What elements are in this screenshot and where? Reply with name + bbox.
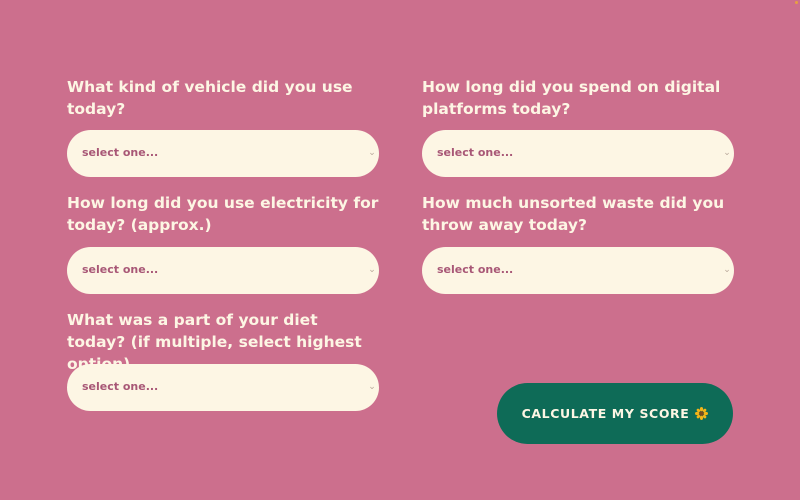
chevron-down-icon: ⌄ bbox=[723, 265, 731, 275]
electricity-select[interactable]: select one... ⌄ bbox=[67, 247, 379, 294]
question-digital: How long did you spend on digital platfo… bbox=[422, 76, 734, 178]
carbon-quiz-page: What kind of vehicle did you use today? … bbox=[0, 0, 800, 500]
vehicle-select-value: select one... bbox=[82, 146, 159, 159]
diet-select[interactable]: select one... ⌄ bbox=[67, 364, 379, 411]
question-waste: How much unsorted waste did you throw aw… bbox=[422, 192, 734, 294]
vehicle-select[interactable]: select one... ⌄ bbox=[67, 130, 379, 177]
calculate-score-label: CALCULATE MY SCORE bbox=[521, 406, 690, 421]
chevron-down-icon: ⌄ bbox=[368, 265, 376, 275]
digital-select-value: select one... bbox=[437, 146, 514, 159]
question-diet: What was a part of your diet today? (if … bbox=[67, 309, 379, 411]
sunflower-icon bbox=[695, 407, 709, 420]
waste-select-value: select one... bbox=[437, 263, 514, 276]
chevron-down-icon: ⌄ bbox=[368, 148, 376, 158]
calculate-score-button[interactable]: CALCULATE MY SCORE bbox=[497, 383, 733, 444]
question-digital-label: How long did you spend on digital platfo… bbox=[422, 78, 721, 118]
question-waste-label: How much unsorted waste did you throw aw… bbox=[422, 194, 725, 234]
window-indicator-dot bbox=[795, 1, 798, 4]
chevron-down-icon: ⌄ bbox=[368, 382, 376, 392]
question-electricity: How long did you use electricity for tod… bbox=[67, 192, 379, 294]
chevron-down-icon: ⌄ bbox=[723, 148, 731, 158]
question-electricity-label: How long did you use electricity for tod… bbox=[67, 194, 379, 234]
digital-select[interactable]: select one... ⌄ bbox=[422, 130, 734, 177]
waste-select[interactable]: select one... ⌄ bbox=[422, 247, 734, 294]
electricity-select-value: select one... bbox=[82, 263, 159, 276]
question-vehicle: What kind of vehicle did you use today? … bbox=[67, 76, 379, 178]
question-vehicle-label: What kind of vehicle did you use today? bbox=[67, 78, 353, 118]
diet-select-value: select one... bbox=[82, 380, 159, 393]
